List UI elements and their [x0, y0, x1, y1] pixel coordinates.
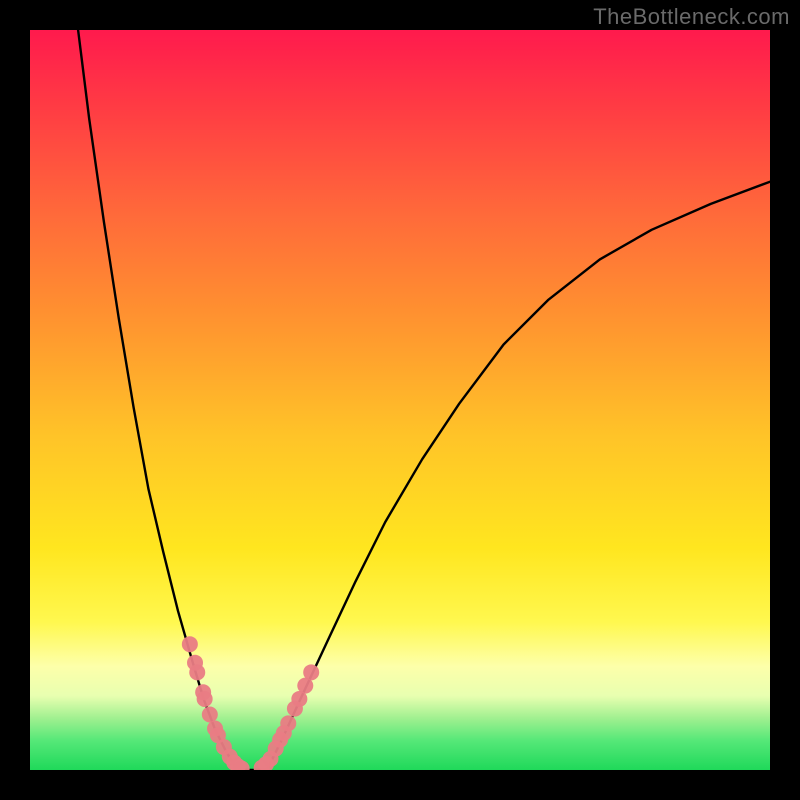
line-group	[78, 30, 770, 770]
scatter-point	[280, 715, 296, 731]
scatter-point	[197, 691, 213, 707]
curve-right-arm	[267, 182, 770, 770]
scatter-point	[303, 664, 319, 680]
scatter-group	[182, 636, 319, 770]
scatter-point	[189, 664, 205, 680]
scatter-point	[182, 636, 198, 652]
scatter-point	[202, 707, 218, 723]
plot-area	[30, 30, 770, 770]
chart-svg	[30, 30, 770, 770]
curve-left-arm	[78, 30, 237, 770]
chart-frame: TheBottleneck.com	[0, 0, 800, 800]
watermark-text: TheBottleneck.com	[593, 4, 790, 30]
